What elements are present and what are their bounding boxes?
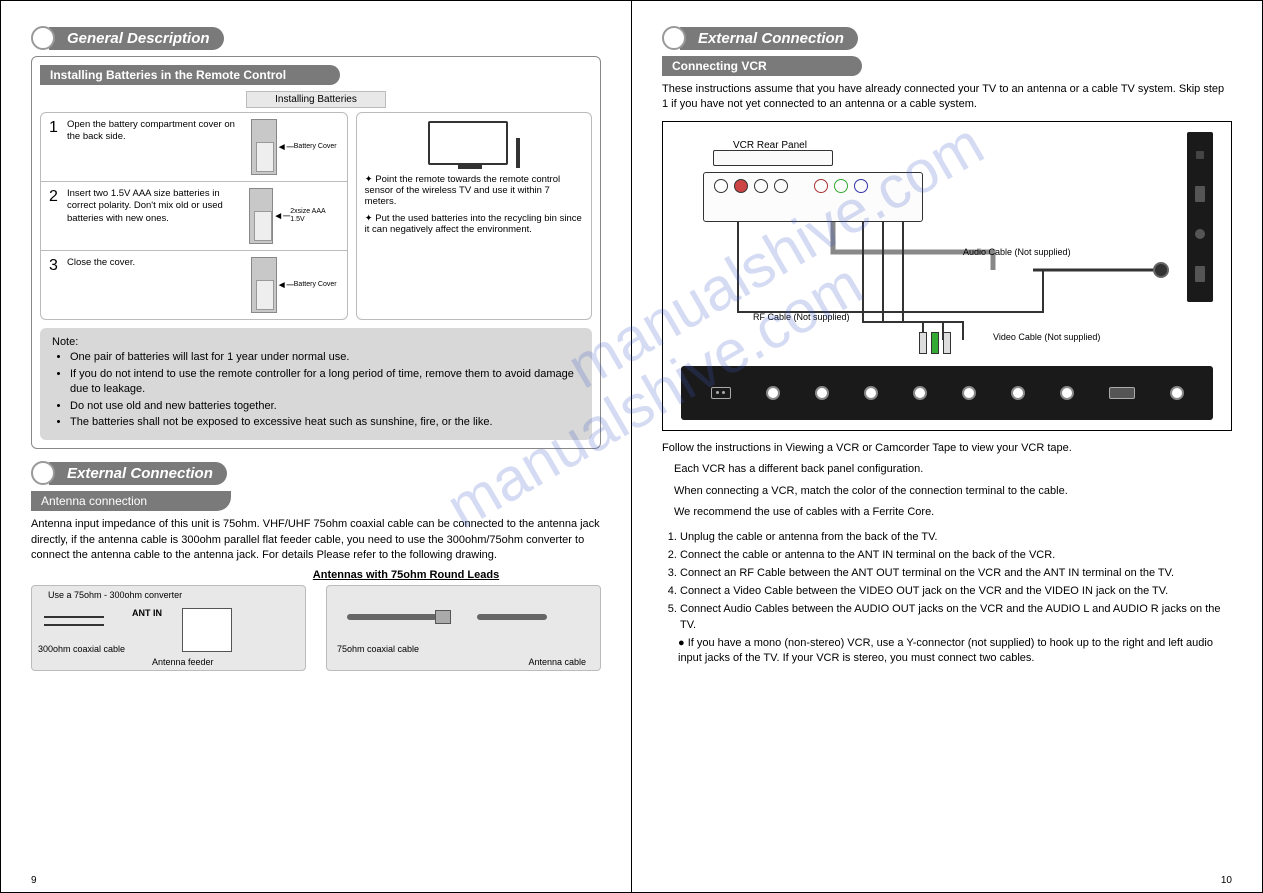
label: 75ohm coaxial cable <box>337 644 419 654</box>
mono-note: If you have a mono (non-stereo) VCR, use… <box>662 636 1232 667</box>
page-left: manualshive.com General Description Inst… <box>1 1 632 892</box>
label: Use a 75ohm - 300ohm converter <box>48 590 182 600</box>
section-external-connection: External Connection <box>662 26 1232 50</box>
note-box: Note: One pair of batteries will last fo… <box>40 328 592 440</box>
step-number: 3 <box>49 257 67 275</box>
caption: 2xsize AAA 1.5V <box>290 208 338 223</box>
antenna-paragraph: Antenna input impedance of this unit is … <box>31 517 601 563</box>
vcr-panel <box>703 172 923 222</box>
step-item: Connect Audio Cables between the AUDIO O… <box>680 602 1232 634</box>
remote-icon <box>251 257 277 313</box>
antenna-diagram-1: Use a 75ohm - 300ohm converter ANT IN 30… <box>31 585 306 671</box>
step-illustration: ◄─ 2xsize AAA 1.5V <box>249 188 339 244</box>
page-number: 10 <box>1221 875 1232 886</box>
tip-text: ✦ Point the remote towards the remote co… <box>365 174 583 207</box>
video-cable-label: Video Cable (Not supplied) <box>993 332 1100 342</box>
plug-group <box>919 332 951 354</box>
tip-text: ✦ Put the used batteries into the recycl… <box>365 213 583 235</box>
header-title: External Connection <box>680 27 858 50</box>
cable-icon <box>347 614 437 620</box>
vcr-top-icon <box>713 150 833 166</box>
tv-back-panel <box>681 366 1213 420</box>
note-item: The batteries shall not be exposed to ex… <box>70 415 580 430</box>
page-spread: manualshive.com General Description Inst… <box>0 0 1263 893</box>
antenna-diagram-2: 75ohm coaxial cable Antenna cable <box>326 585 601 671</box>
follow-sub: Each VCR has a different back panel conf… <box>662 462 1232 477</box>
step-text: Insert two 1.5V AAA size batteries in co… <box>67 188 249 225</box>
antenna-header: Antenna connection <box>31 491 231 511</box>
step-illustration: ◄─ Battery Cover <box>249 257 339 313</box>
note-title: Note: <box>52 336 580 348</box>
tips-box: ✦ Point the remote towards the remote co… <box>356 112 592 320</box>
tv-illustration <box>365 121 583 168</box>
follow-sub: We recommend the use of cables with a Fe… <box>662 505 1232 520</box>
note-item: If you do not intend to use the remote c… <box>70 367 580 397</box>
tv-icon <box>428 121 508 165</box>
batteries-box: Installing Batteries in the Remote Contr… <box>31 56 601 449</box>
vcr-diagram: VCR Rear Panel <box>662 121 1232 431</box>
remote-small-icon <box>516 138 520 168</box>
tv-side-panel <box>1187 132 1213 302</box>
inner-label: Installing Batteries <box>246 91 386 108</box>
note-item: One pair of batteries will last for 1 ye… <box>70 350 580 365</box>
label: 300ohm coaxial cable <box>38 644 125 654</box>
rf-plug-icon <box>1153 262 1169 278</box>
step-text: Close the cover. <box>67 257 249 269</box>
section-general-description: General Description <box>31 26 601 50</box>
header-circle-icon <box>31 26 55 50</box>
rf-cable-label: RF Cable (Not supplied) <box>753 312 850 322</box>
step-item: Connect an RF Cable between the ANT OUT … <box>680 566 1232 582</box>
page-number: 9 <box>31 875 37 886</box>
note-item: Do not use old and new batteries togethe… <box>70 399 580 414</box>
remote-icon <box>251 119 277 175</box>
sub-header-vcr: Connecting VCR <box>662 56 862 76</box>
battery-steps: 1 Open the battery compartment cover on … <box>40 112 348 320</box>
plug-icon <box>435 610 451 624</box>
antenna-images: Use a 75ohm - 300ohm converter ANT IN 30… <box>31 585 601 671</box>
section-external-connection: External Connection <box>31 461 601 485</box>
header-circle-icon <box>662 26 686 50</box>
label: ANT IN <box>132 608 162 618</box>
step-illustration: ◄─ Battery Cover <box>249 119 339 175</box>
remote-icon <box>249 188 274 244</box>
step-row: 1 Open the battery compartment cover on … <box>41 113 347 182</box>
caption: Battery Cover <box>294 143 337 151</box>
label: Antenna feeder <box>152 657 214 667</box>
follow-text: Follow the instructions in Viewing a VCR… <box>662 441 1232 456</box>
caption: Battery Cover <box>294 281 337 289</box>
step-item: Unplug the cable or antenna from the bac… <box>680 530 1232 546</box>
step-item: Connect a Video Cable between the VIDEO … <box>680 584 1232 600</box>
vcr-steps: Unplug the cable or antenna from the bac… <box>662 530 1232 634</box>
vcr-intro: These instructions assume that you have … <box>662 82 1232 113</box>
audio-cable-label: Audio Cable (Not supplied) <box>963 247 1071 257</box>
step-number: 2 <box>49 188 67 206</box>
step-number: 1 <box>49 119 67 137</box>
step-text: Open the battery compartment cover on th… <box>67 119 249 144</box>
label: Antenna cable <box>528 657 586 667</box>
step-row: 2 Insert two 1.5V AAA size batteries in … <box>41 182 347 251</box>
header-title: External Connection <box>49 462 227 485</box>
follow-sub: When connecting a VCR, match the color o… <box>662 484 1232 499</box>
sub-header-batteries: Installing Batteries in the Remote Contr… <box>40 65 340 85</box>
antenna-heading: Antennas with 75ohm Round Leads <box>211 569 601 581</box>
step-row: 3 Close the cover. ◄─ Battery Cover <box>41 251 347 319</box>
page-right: manualshive.com External Connection Conn… <box>632 1 1262 892</box>
step-item: Connect the cable or antenna to the ANT … <box>680 548 1232 564</box>
cable-icon <box>477 614 547 620</box>
header-title: General Description <box>49 27 224 50</box>
converter-icon <box>182 608 232 652</box>
